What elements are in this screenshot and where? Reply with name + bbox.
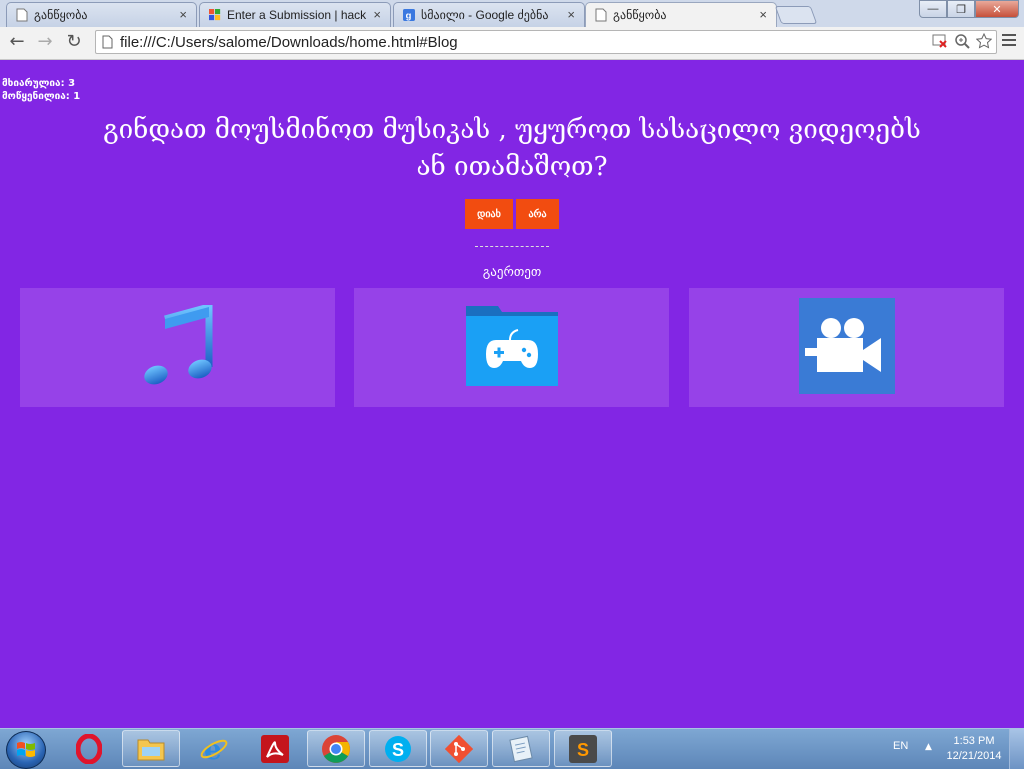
close-icon[interactable]: × — [179, 7, 187, 22]
tab-2[interactable]: Enter a Submission | hack × — [199, 2, 391, 27]
explorer-taskbar-item[interactable] — [122, 730, 180, 767]
close-icon[interactable]: × — [567, 7, 575, 22]
forward-arrow-icon[interactable]: → — [34, 31, 56, 53]
page-icon — [595, 8, 607, 22]
system-clock[interactable]: 1:53 PM 12/21/2014 — [942, 734, 1006, 764]
yes-button[interactable]: დიახ — [465, 199, 513, 229]
zoom-icon[interactable] — [954, 33, 970, 49]
games-card[interactable] — [354, 288, 669, 407]
browser-toolbar: ← → ↻ file:///C:/Users/salome/Downloads/… — [0, 27, 1024, 60]
acrobat-taskbar-item[interactable] — [246, 730, 304, 767]
skype-icon: S — [385, 735, 411, 762]
happy-count: მხიარულია: 3 — [2, 78, 76, 89]
opera-icon — [76, 733, 102, 764]
tab-3[interactable]: g სმაილი - Google ძებნა × — [393, 2, 585, 27]
svg-text:S: S — [392, 740, 404, 760]
tray-expand-icon[interactable]: ▲ — [925, 742, 932, 752]
blocked-popup-icon[interactable] — [932, 33, 948, 49]
menu-icon[interactable] — [1002, 34, 1016, 49]
new-tab-button[interactable] — [774, 6, 818, 24]
page-icon — [102, 35, 113, 49]
chrome-icon — [322, 734, 350, 763]
music-note-icon — [143, 301, 212, 384]
videos-card[interactable] — [689, 288, 1004, 407]
answer-buttons: დიახ არა — [465, 199, 559, 229]
notepad-icon — [509, 735, 533, 762]
page-icon — [16, 8, 28, 22]
game-folder-icon — [465, 305, 558, 386]
mood-counters: მხიარულია: 3 მოწყენილია: 1 — [2, 77, 80, 103]
taskbar: e S S EN ▲ 1:53 PM 12/21/2014 — [0, 728, 1024, 769]
google-icon: g — [403, 9, 415, 21]
minimize-button[interactable]: — — [919, 0, 947, 18]
hackpad-icon — [209, 9, 221, 21]
tab-title: სმაილი - Google ძებნა — [421, 8, 549, 22]
tab-4-active[interactable]: განწყობა × — [585, 2, 777, 28]
music-card[interactable] — [20, 288, 335, 407]
sublime-taskbar-item[interactable]: S — [554, 730, 612, 767]
svg-text:g: g — [406, 9, 412, 20]
start-button[interactable] — [6, 731, 46, 769]
ie-icon: e — [200, 734, 228, 764]
page-content: მხიარულია: 3 მოწყენილია: 1 გინდათ მოუსმი… — [0, 60, 1024, 728]
address-bar[interactable]: file:///C:/Users/salome/Downloads/home.h… — [95, 30, 997, 54]
window-controls: — ❐ ✕ — [919, 0, 1019, 19]
svg-text:S: S — [577, 740, 589, 760]
section-label: გაერთეთ — [482, 265, 542, 280]
git-taskbar-item[interactable] — [430, 730, 488, 767]
sublime-icon: S — [569, 734, 597, 763]
page-title: გინდათ მოუსმინოთ მუსიკას , უყუროთ სასაცი… — [103, 115, 921, 182]
close-icon[interactable]: × — [373, 7, 381, 22]
windows-logo-icon — [17, 742, 35, 757]
git-icon — [445, 734, 473, 763]
back-arrow-icon[interactable]: ← — [6, 31, 28, 53]
close-window-button[interactable]: ✕ — [975, 0, 1019, 18]
tab-1[interactable]: განწყობა × — [6, 2, 197, 27]
chrome-taskbar-item[interactable] — [307, 730, 365, 767]
skype-taskbar-item[interactable]: S — [369, 730, 427, 767]
language-indicator[interactable]: EN — [893, 740, 908, 752]
url-text: file:///C:/Users/salome/Downloads/home.h… — [120, 34, 458, 51]
video-camera-icon — [798, 297, 895, 394]
notepad-taskbar-item[interactable] — [492, 730, 550, 767]
close-icon[interactable]: × — [759, 7, 767, 22]
opera-taskbar-item[interactable] — [60, 730, 118, 767]
sad-count: მოწყენილია: 1 — [2, 91, 81, 102]
ie-taskbar-item[interactable]: e — [185, 730, 243, 767]
clock-date: 12/21/2014 — [946, 750, 1002, 762]
acrobat-icon — [261, 734, 289, 763]
reload-icon[interactable]: ↻ — [63, 31, 85, 53]
clock-time: 1:53 PM — [953, 735, 995, 747]
tab-title: განწყობა — [34, 8, 88, 22]
divider — [475, 246, 549, 247]
tab-strip: განწყობა × Enter a Submission | hack × g… — [0, 0, 1024, 28]
explorer-icon — [137, 739, 165, 760]
tab-title: განწყობა — [613, 8, 667, 22]
entertainment-cards — [20, 288, 1004, 407]
bookmark-star-icon[interactable] — [976, 33, 992, 49]
show-desktop-button[interactable] — [1009, 729, 1024, 769]
maximize-button[interactable]: ❐ — [947, 0, 975, 18]
no-button[interactable]: არა — [516, 199, 559, 229]
tab-title: Enter a Submission | hack — [227, 8, 367, 22]
